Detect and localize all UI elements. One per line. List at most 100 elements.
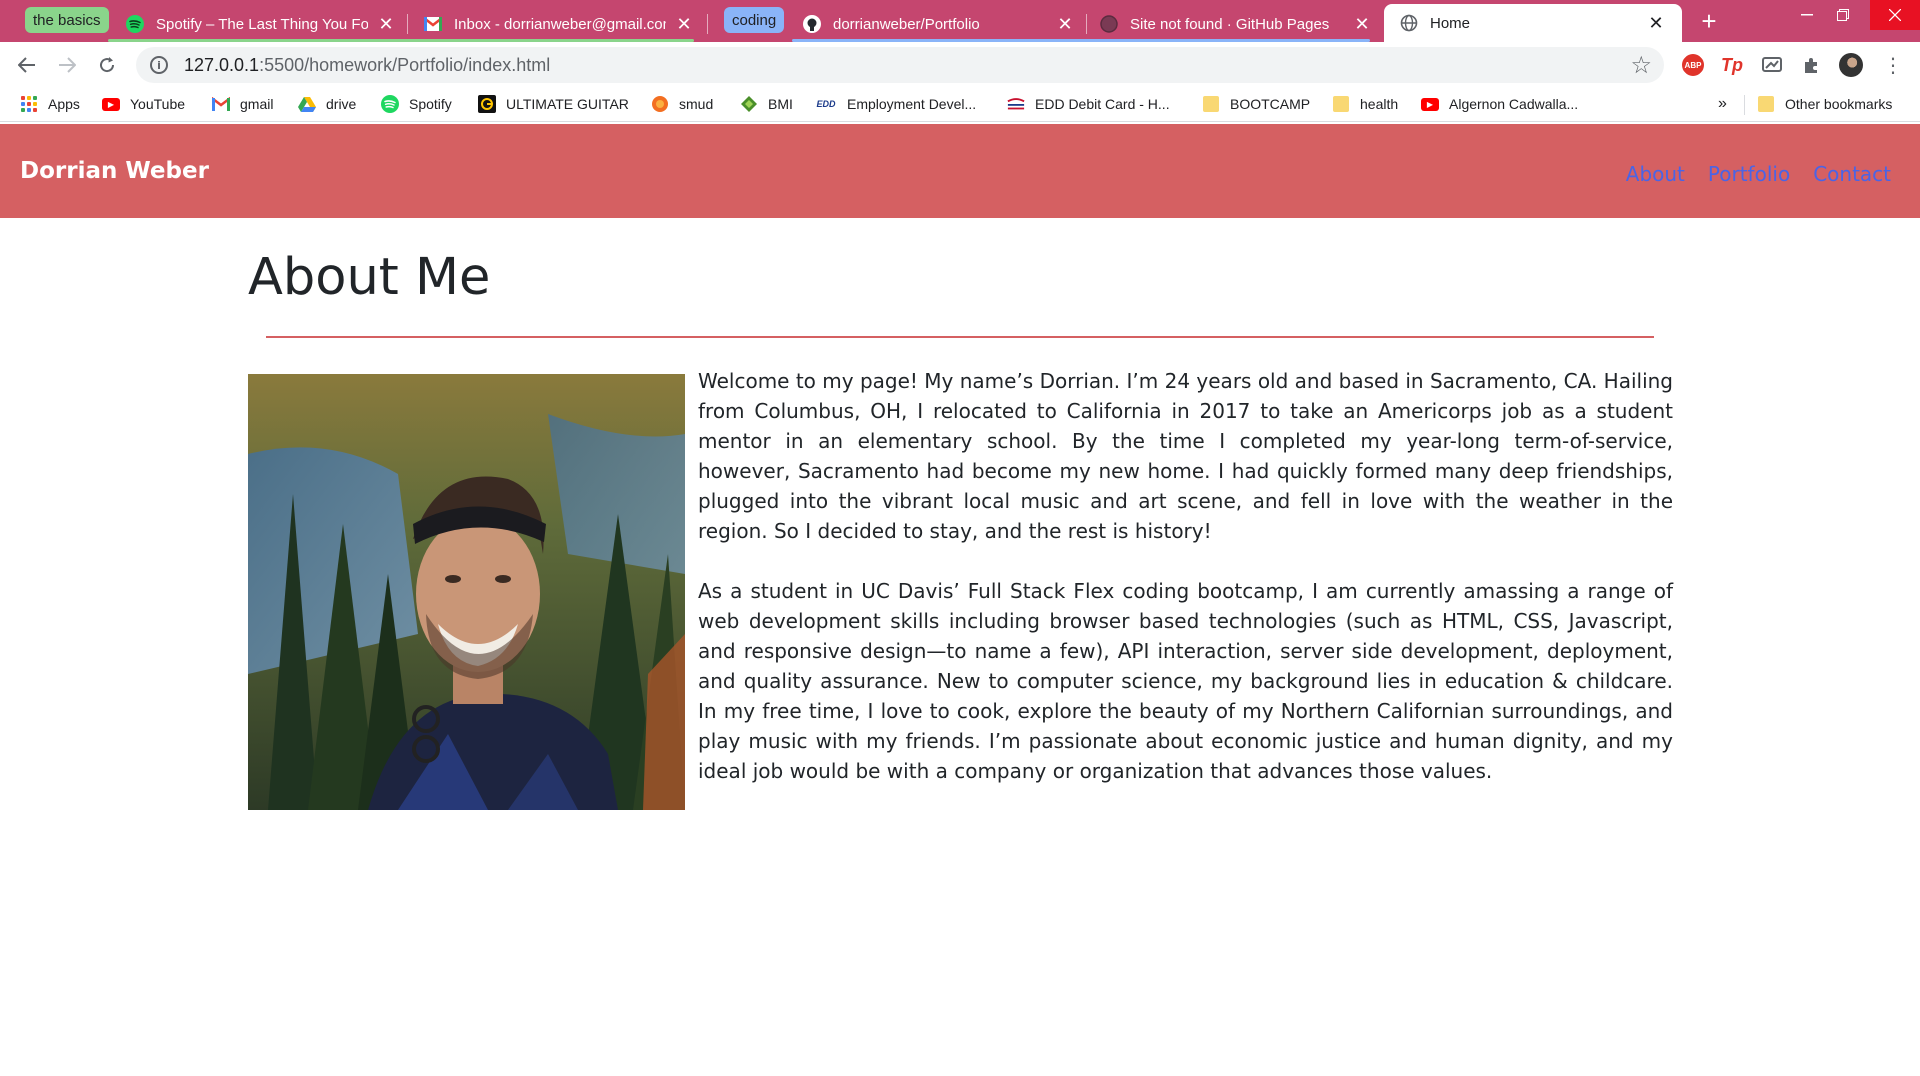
bookmark-label: YouTube: [130, 96, 186, 112]
reload-icon[interactable]: [92, 50, 122, 80]
extensions-puzzle-icon[interactable]: [1799, 52, 1825, 78]
tab-gmail[interactable]: Inbox - dorrianweber@gmail.com ✕: [424, 6, 694, 42]
smud-icon: [651, 95, 669, 113]
tab-separator: [407, 14, 408, 34]
bookmark-algernon[interactable]: ▶ Algernon Cadwalla...: [1421, 95, 1578, 113]
spotify-icon: [381, 95, 399, 113]
new-tab-button[interactable]: +: [1694, 6, 1724, 36]
close-icon[interactable]: ✕: [1352, 14, 1372, 35]
tp-extension-icon[interactable]: Tp: [1719, 52, 1745, 78]
globe-icon: [1400, 14, 1418, 32]
profile-avatar[interactable]: [1838, 52, 1864, 78]
bookmark-apps[interactable]: Apps: [20, 95, 80, 113]
adblock-badge: ABP: [1682, 54, 1704, 76]
bookmarks-bar: Apps ▶ YouTube gmail drive Spotify ULTIM…: [0, 88, 1920, 122]
bookmark-folder-bootcamp[interactable]: BOOTCAMP: [1202, 95, 1310, 113]
bookmark-label: health: [1360, 96, 1399, 112]
bookmark-bmi[interactable]: BMI: [740, 95, 793, 113]
heading-divider: [266, 336, 1654, 338]
ultimate-guitar-icon: [478, 95, 496, 113]
nav-link-contact[interactable]: Contact: [1813, 162, 1891, 186]
forward-arrow-icon[interactable]: [52, 50, 82, 80]
tab-title: dorrianweber/Portfolio: [833, 15, 980, 33]
tab-spotify[interactable]: Spotify – The Last Thing You Forgot ✕: [126, 6, 396, 42]
site-nav-links: About Portfolio Contact: [1626, 162, 1891, 186]
folder-icon: [1332, 95, 1350, 113]
youtube-icon: ▶: [102, 95, 120, 113]
youtube-icon: ▶: [1421, 95, 1439, 113]
bookmark-spotify[interactable]: Spotify: [381, 95, 452, 113]
folder-icon: [1757, 95, 1775, 113]
bookmark-label: ULTIMATE GUITAR: [506, 96, 629, 112]
close-window-icon[interactable]: [1870, 0, 1920, 30]
bookmark-edd[interactable]: EDD Employment Devel...: [815, 95, 976, 113]
profile-photo: [248, 374, 685, 810]
tab-group-label: coding: [732, 11, 777, 29]
tab-group-chip-coding[interactable]: coding: [724, 7, 785, 33]
bookmark-label: gmail: [240, 96, 274, 112]
bookmark-star-icon[interactable]: ☆: [1630, 51, 1652, 80]
bookmark-smud[interactable]: smud: [651, 95, 713, 113]
tab-strip: the basics Spotify – The Last Thing You …: [0, 0, 1920, 42]
bookmark-label: Other bookmarks: [1785, 96, 1893, 112]
about-heading: About Me: [248, 248, 491, 307]
tab-title: Inbox - dorrianweber@gmail.com: [454, 15, 666, 33]
bookmark-label: Employment Devel...: [847, 96, 977, 112]
tp-badge: Tp: [1721, 54, 1743, 75]
bookmark-label: Spotify: [409, 96, 452, 112]
about-bio: Welcome to my page! My name’s Dorrian. I…: [698, 366, 1673, 816]
tab-github-pages[interactable]: Site not found · GitHub Pages ✕: [1100, 6, 1372, 42]
screen-cast-icon[interactable]: [1759, 52, 1785, 78]
close-icon[interactable]: ✕: [1055, 14, 1075, 35]
tab-group-label: the basics: [33, 11, 101, 29]
tab-group-chip-the-basics[interactable]: the basics: [25, 7, 109, 33]
bookmarks-divider: [1744, 95, 1745, 115]
bookmark-edd-debit[interactable]: EDD Debit Card - H...: [1007, 95, 1170, 113]
tab-title: Site not found · GitHub Pages: [1130, 15, 1330, 33]
bookmark-folder-health[interactable]: health: [1332, 95, 1398, 113]
adblock-plus-icon[interactable]: ABP: [1680, 52, 1706, 78]
bio-paragraph: Welcome to my page! My name’s Dorrian. I…: [698, 369, 1673, 543]
back-arrow-icon[interactable]: [12, 50, 42, 80]
bookmark-gmail[interactable]: gmail: [212, 95, 273, 113]
tab-title: Spotify – The Last Thing You Forgot: [156, 15, 368, 33]
tab-home-active[interactable]: Home ✕: [1384, 4, 1682, 42]
nav-link-about[interactable]: About: [1626, 162, 1685, 186]
bookmark-ultimate-guitar[interactable]: ULTIMATE GUITAR: [478, 95, 629, 113]
nav-link-portfolio[interactable]: Portfolio: [1708, 162, 1790, 186]
bookmark-other-bookmarks[interactable]: Other bookmarks: [1757, 95, 1892, 113]
bookmark-label: drive: [326, 96, 357, 112]
close-icon[interactable]: ✕: [376, 14, 396, 35]
edd-icon: EDD: [816, 99, 836, 109]
bookmark-youtube[interactable]: ▶ YouTube: [102, 95, 185, 113]
bio-paragraph: As a student in UC Davis’ Full Stack Fle…: [698, 579, 1673, 783]
url-path: :5500/homework/Portfolio/index.html: [259, 54, 551, 75]
restore-icon[interactable]: [1820, 0, 1866, 30]
bmi-icon: [740, 95, 758, 113]
gmail-icon: [212, 95, 230, 113]
close-icon[interactable]: ✕: [1646, 13, 1666, 34]
gmail-icon: [424, 15, 442, 33]
globe-icon: [1100, 15, 1118, 33]
bookmark-label: BMI: [768, 96, 793, 112]
github-icon: [803, 15, 821, 33]
tab-github-portfolio[interactable]: dorrianweber/Portfolio ✕: [803, 6, 1075, 42]
spotify-icon: [126, 15, 144, 33]
tab-title: Home: [1430, 14, 1471, 32]
folder-icon: [1202, 95, 1220, 113]
url-host: 127.0.0.1: [184, 54, 260, 75]
drive-icon: [298, 95, 316, 113]
site-navbar: Dorrian Weber About Portfolio Contact: [0, 124, 1920, 218]
bookmark-drive[interactable]: drive: [298, 95, 356, 113]
bookmarks-overflow-chevron-icon[interactable]: »: [1718, 95, 1727, 113]
bank-icon: [1007, 95, 1025, 113]
bookmark-label: BOOTCAMP: [1230, 96, 1311, 112]
address-bar[interactable]: i 127.0.0.1:5500/homework/Portfolio/inde…: [136, 47, 1664, 83]
menu-kebab-icon[interactable]: ⋮: [1880, 52, 1906, 78]
browser-toolbar: i 127.0.0.1:5500/homework/Portfolio/inde…: [0, 42, 1920, 88]
tab-separator: [1086, 14, 1087, 34]
site-info-icon[interactable]: i: [150, 56, 168, 74]
bookmark-label: Algernon Cadwalla...: [1449, 96, 1579, 112]
close-icon[interactable]: ✕: [674, 14, 694, 35]
site-brand[interactable]: Dorrian Weber: [20, 158, 209, 184]
